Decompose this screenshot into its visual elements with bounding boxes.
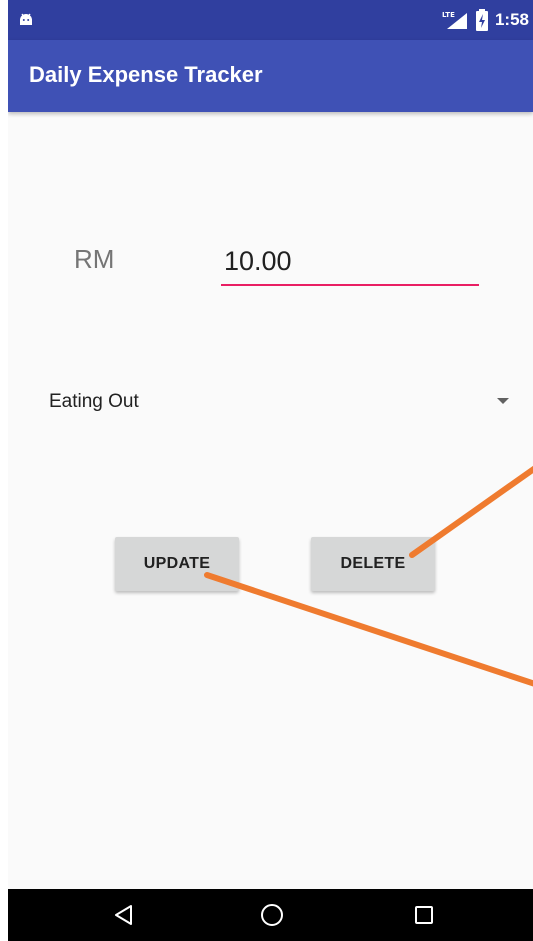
annotation-arrows [204, 465, 533, 687]
status-icons: LTE 1:58 [441, 0, 529, 40]
lte-signal-icon: LTE [442, 11, 467, 29]
currency-label: RM [74, 244, 115, 274]
android-debug-icon [20, 13, 32, 25]
home-button[interactable] [252, 895, 292, 935]
back-icon [115, 905, 132, 925]
amount-value: 10.00 [224, 246, 292, 276]
delete-button[interactable]: DELETE [311, 537, 435, 591]
status-bar: LTE 1:58 [8, 0, 533, 40]
battery-charging-icon [475, 9, 488, 31]
app-bar: Daily Expense Tracker [8, 40, 533, 112]
category-spinner[interactable]: Eating Out [8, 378, 533, 426]
recents-button[interactable] [404, 895, 444, 935]
navigation-bar [8, 889, 533, 941]
back-button[interactable] [104, 895, 144, 935]
home-icon [261, 904, 283, 926]
app-screen: LTE 1:58 Daily Expense Tracker RM 10.00 … [8, 0, 533, 941]
amount-input[interactable]: 10.00 [221, 240, 479, 286]
dropdown-arrow-icon [497, 398, 509, 404]
annotation-arrow-update [204, 572, 533, 687]
category-selected-value: Eating Out [49, 391, 139, 412]
status-time: 1:58 [494, 10, 529, 29]
recents-icon [415, 906, 433, 924]
update-button[interactable]: UPDATE [115, 537, 239, 591]
app-title: Daily Expense Tracker [29, 62, 263, 87]
network-label: LTE [442, 11, 455, 19]
